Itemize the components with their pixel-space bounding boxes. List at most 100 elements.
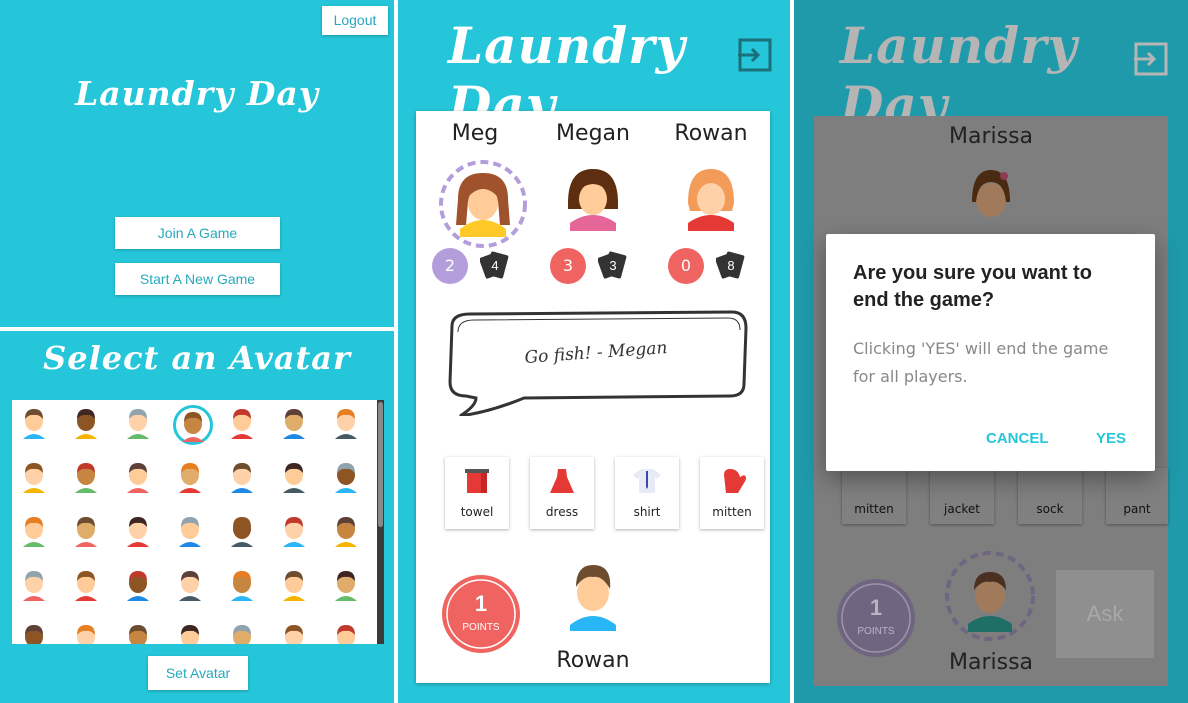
opponent-avatar	[972, 170, 1010, 217]
avatar-select-screen: Select an Avatar Set Avatar	[0, 331, 394, 703]
card-count: 4	[479, 249, 510, 281]
hand-card[interactable]: sock	[1018, 468, 1082, 524]
hand-card[interactable]: shirt	[615, 457, 679, 529]
hand-card-label: mitten	[854, 502, 894, 516]
avatar-icon	[335, 409, 357, 439]
avatar-option[interactable]	[17, 621, 57, 644]
avatar-icon	[335, 463, 357, 493]
avatar-option[interactable]	[225, 405, 265, 445]
my-points-value: 1	[474, 591, 488, 616]
mitten-icon	[724, 469, 746, 493]
avatar-option[interactable]	[173, 513, 213, 553]
avatar-icon	[335, 571, 357, 601]
exit-icon[interactable]	[1134, 42, 1168, 76]
join-game-button[interactable]: Join A Game	[115, 217, 280, 249]
my-points-label: POINTS	[462, 622, 500, 633]
avatar-scrollbar[interactable]	[377, 400, 384, 644]
hand-card[interactable]: jacket	[930, 468, 994, 524]
avatar-meg[interactable]	[438, 159, 528, 249]
card-count-value: 3	[609, 258, 617, 273]
avatar-option[interactable]	[17, 567, 57, 607]
avatar-option[interactable]	[173, 621, 213, 644]
points-badge: 3	[550, 248, 586, 284]
avatar-option[interactable]	[121, 513, 161, 553]
avatar-option[interactable]	[329, 567, 369, 607]
hand-card-label: shirt	[633, 505, 661, 519]
avatar-option[interactable]	[121, 567, 161, 607]
my-points-value: 1	[869, 595, 883, 620]
avatar-option[interactable]	[121, 621, 161, 644]
opponent-name: Meg	[451, 121, 499, 146]
avatar-icon	[179, 517, 201, 547]
avatar-icon	[23, 571, 45, 601]
hand-card[interactable]: dress	[530, 457, 594, 529]
ask-button[interactable]: Ask	[1056, 570, 1154, 658]
hand-card-label: sock	[1036, 502, 1064, 516]
avatar-option[interactable]	[69, 513, 109, 553]
avatar-option[interactable]	[277, 513, 317, 553]
cancel-button[interactable]: CANCEL	[986, 430, 1049, 447]
scrollbar-thumb[interactable]	[378, 402, 383, 527]
hand-card[interactable]: mitten	[700, 457, 764, 529]
avatar-icon	[127, 463, 149, 493]
avatar-option[interactable]	[277, 621, 317, 644]
avatar-option[interactable]	[173, 405, 213, 445]
avatar-option[interactable]	[225, 621, 265, 644]
avatar-option[interactable]	[121, 405, 161, 445]
avatar-option[interactable]	[225, 567, 265, 607]
avatar-option[interactable]	[225, 513, 265, 553]
avatar-option[interactable]	[69, 621, 109, 644]
avatar-option[interactable]	[329, 621, 369, 644]
app-title: Laundry Day	[75, 74, 319, 113]
avatar-rowan[interactable]	[674, 159, 748, 233]
avatar-option[interactable]	[69, 459, 109, 499]
avatar-option[interactable]	[17, 405, 57, 445]
avatar-option[interactable]	[121, 459, 161, 499]
avatar-icon	[231, 409, 253, 439]
avatar-option[interactable]	[173, 459, 213, 499]
avatar-option[interactable]	[329, 405, 369, 445]
avatar-option[interactable]	[17, 513, 57, 553]
my-name: Marissa	[948, 650, 1034, 675]
towel-icon	[465, 469, 489, 493]
avatar-icon	[23, 409, 45, 439]
my-points-label: POINTS	[857, 626, 895, 637]
exit-icon[interactable]	[738, 38, 772, 72]
avatar-option[interactable]	[69, 405, 109, 445]
hand-card[interactable]: mitten	[842, 468, 906, 524]
logout-button[interactable]: Logout	[322, 6, 388, 35]
points-badge: 2	[432, 248, 468, 284]
avatar-option[interactable]	[69, 567, 109, 607]
avatar-option[interactable]	[329, 459, 369, 499]
hand-card-label: mitten	[712, 505, 752, 519]
avatar-option[interactable]	[277, 405, 317, 445]
set-avatar-button[interactable]: Set Avatar	[148, 656, 248, 690]
avatar-megan[interactable]	[556, 159, 630, 233]
avatar-icon	[179, 571, 201, 601]
hand-card[interactable]: towel	[445, 457, 509, 529]
avatar-option[interactable]	[277, 567, 317, 607]
avatar-option[interactable]	[225, 459, 265, 499]
hand-card-label: jacket	[944, 502, 980, 516]
avatar-grid	[12, 400, 384, 644]
avatar-icon	[233, 625, 251, 644]
avatar-icon	[182, 412, 204, 442]
avatar-icon	[75, 463, 97, 493]
opponent-name: Rowan	[674, 121, 748, 146]
hand-card-label: dress	[545, 505, 579, 519]
hand-card[interactable]: pant	[1106, 468, 1168, 524]
avatar-icon	[23, 517, 45, 547]
avatar-option[interactable]	[329, 513, 369, 553]
avatar-option[interactable]	[17, 459, 57, 499]
avatar-icon	[335, 517, 357, 547]
avatar-icon	[127, 517, 149, 547]
start-new-game-button[interactable]: Start A New Game	[115, 263, 280, 295]
yes-button[interactable]: YES	[1096, 430, 1126, 447]
avatar-icon	[127, 571, 149, 601]
page-title: Select an Avatar	[43, 339, 351, 377]
card-count-value: 4	[491, 258, 499, 273]
my-avatar	[945, 551, 1035, 641]
my-name: Rowan	[556, 648, 630, 673]
avatar-option[interactable]	[277, 459, 317, 499]
avatar-option[interactable]	[173, 567, 213, 607]
